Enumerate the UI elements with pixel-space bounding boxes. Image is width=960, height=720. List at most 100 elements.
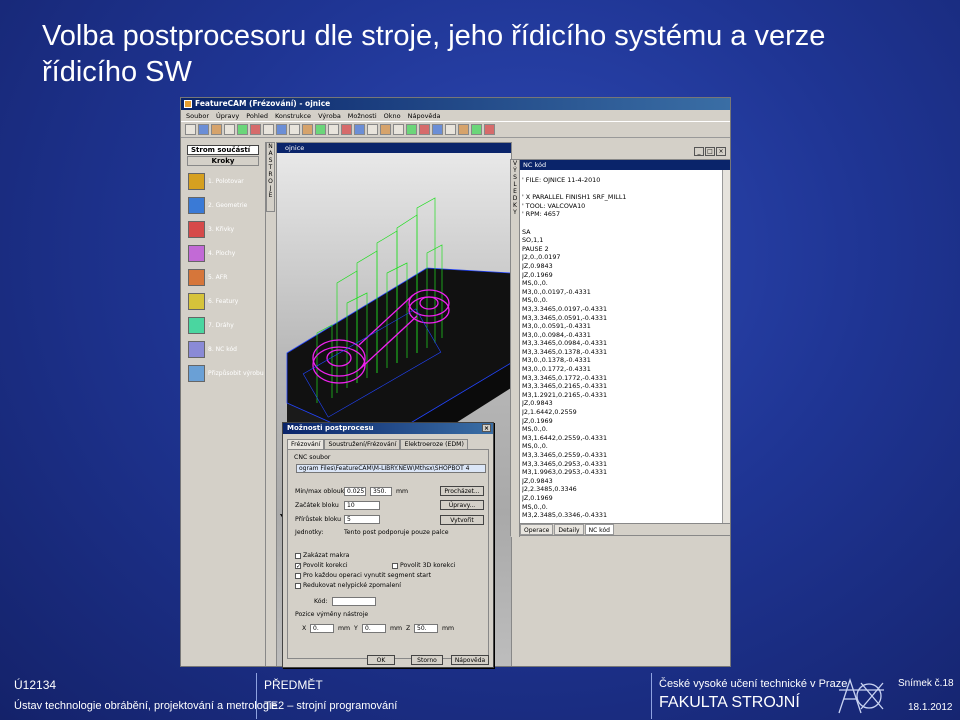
browse-button[interactable]: Procházet... xyxy=(440,486,484,496)
min-arc-input[interactable]: 0.025 xyxy=(344,487,366,496)
toolbar-button-icon[interactable] xyxy=(471,124,482,135)
stock-block-top xyxy=(287,268,511,443)
help-button[interactable]: Nápověda xyxy=(451,655,489,665)
faculty-logo-icon xyxy=(838,677,884,714)
cancel-button[interactable]: Storno xyxy=(411,655,443,665)
y-input[interactable]: 0. xyxy=(362,624,386,633)
block-start-input[interactable]: 10 xyxy=(344,501,380,510)
nc-tab[interactable]: NC kód xyxy=(584,524,614,535)
step-item[interactable]: 1. Polotovar xyxy=(181,169,265,193)
menu-item[interactable]: Pohled xyxy=(246,110,268,121)
dialog-checkbox[interactable]: Povolit 3D korekci xyxy=(392,562,455,569)
toolbar-button-icon[interactable] xyxy=(224,124,235,135)
edit-button[interactable]: Úpravy... xyxy=(440,500,484,510)
app-titlebar: FeatureCAM (Frézování) - ojnice xyxy=(181,98,730,110)
nc-tab[interactable]: Detaily xyxy=(554,524,584,535)
unchecked-icon[interactable] xyxy=(295,582,301,589)
cnc-file-select[interactable]: ogram Files\FeatureCAM\M-LIBRY.NEW\Mthsx… xyxy=(296,464,486,473)
menu-item[interactable]: Úpravy xyxy=(216,110,239,121)
step-item[interactable]: 3. Křivky xyxy=(181,217,265,241)
toolbar-button-icon[interactable] xyxy=(419,124,430,135)
nc-code-line: MS,0.,0. xyxy=(522,502,548,511)
nc-tab[interactable]: Operace xyxy=(520,524,554,535)
menu-item[interactable]: Soubor xyxy=(186,110,209,121)
dialog-checkbox[interactable]: Zakázat makra xyxy=(295,552,349,559)
step-item[interactable]: 8. NC kód xyxy=(181,337,265,361)
dialog-checkbox[interactable]: Redukovat nelypické zpomalení xyxy=(295,582,401,589)
dialog-tab[interactable]: Elektroeroze (EDM) xyxy=(400,439,468,449)
min-max-unit: mm xyxy=(396,488,409,495)
toolbar-button-icon[interactable] xyxy=(393,124,404,135)
menu-item[interactable]: Nápověda xyxy=(408,110,441,121)
nc-vertical-tabs[interactable]: VÝSLEDKY xyxy=(511,160,520,537)
step-item[interactable]: 2. Geometrie xyxy=(181,193,265,217)
minimize-icon[interactable]: _ xyxy=(694,147,704,156)
dialog-checkbox[interactable]: Pro každou operaci vynutit segment start xyxy=(295,572,431,579)
toolbar-button-icon[interactable] xyxy=(198,124,209,135)
z-input[interactable]: 50. xyxy=(414,624,438,633)
unchecked-icon[interactable] xyxy=(392,562,398,569)
toolbar-button-icon[interactable] xyxy=(185,124,196,135)
min-max-arc-label: Min/max oblouk xyxy=(295,488,345,495)
toolbar-button-icon[interactable] xyxy=(484,124,495,135)
dialog-body: CNC soubor ogram Files\FeatureCAM\M-LIBR… xyxy=(287,449,489,659)
step-item[interactable]: 4. Plochy xyxy=(181,241,265,265)
toolbar-button-icon[interactable] xyxy=(276,124,287,135)
toolbar-button-icon[interactable] xyxy=(406,124,417,135)
code-input[interactable] xyxy=(332,597,376,606)
tab-part-tree[interactable]: Strom součástí xyxy=(187,145,259,155)
maximize-icon[interactable]: □ xyxy=(705,147,715,156)
menu-item[interactable]: Výroba xyxy=(318,110,341,121)
dialog-tab[interactable]: Soustružení/Frézování xyxy=(324,439,401,449)
vertical-tab-letter: E xyxy=(268,192,273,199)
toolbar-button-icon[interactable] xyxy=(445,124,456,135)
toolbar-button-icon[interactable] xyxy=(380,124,391,135)
max-arc-input[interactable]: 350. xyxy=(370,487,392,496)
toolbar-button-icon[interactable] xyxy=(354,124,365,135)
dialog-checkbox[interactable]: ✓ Povolit korekci xyxy=(295,562,348,569)
toolbar-button-icon[interactable] xyxy=(211,124,222,135)
step-item[interactable]: 5. AFR xyxy=(181,265,265,289)
nc-code-line: JZ,0.1969 xyxy=(522,270,553,279)
nc-code-text[interactable]: ' FILE: OJNICE 11-4-2010 ' X PARALLEL FIN… xyxy=(522,176,717,518)
nc-scrollbar[interactable] xyxy=(722,170,730,525)
unchecked-icon[interactable] xyxy=(295,572,301,579)
dialog-close-icon[interactable]: × xyxy=(482,424,491,432)
toolbar-button-icon[interactable] xyxy=(237,124,248,135)
toolbar-button-icon[interactable] xyxy=(315,124,326,135)
toolbar-button-icon[interactable] xyxy=(367,124,378,135)
nc-code-line: M3,3.3465,0.0591,-0.4331 xyxy=(522,313,608,322)
nc-code-line: M3,0.,0.0591,-0.4331 xyxy=(522,322,591,331)
nc-code-line: J2,2.3485,0.3346 xyxy=(522,485,577,494)
dialog-tab[interactable]: Frézování xyxy=(287,439,325,449)
vertical-tabs-tools[interactable]: NASTROJE xyxy=(266,142,275,212)
create-button[interactable]: Vytvořit xyxy=(440,515,484,525)
step-label: 5. AFR xyxy=(208,273,228,281)
close-icon[interactable]: × xyxy=(716,147,726,156)
step-item[interactable]: 7. Dráhy xyxy=(181,313,265,337)
menu-item[interactable]: Okno xyxy=(384,110,401,121)
toolbar-button-icon[interactable] xyxy=(458,124,469,135)
toolbar-button-icon[interactable] xyxy=(341,124,352,135)
toolbar-button-icon[interactable] xyxy=(328,124,339,135)
step-label: Přizpůsobit výrobu xyxy=(208,369,264,377)
toolbar-button-icon[interactable] xyxy=(432,124,443,135)
menu-item[interactable]: Konstrukce xyxy=(275,110,311,121)
toolbar-button-icon[interactable] xyxy=(250,124,261,135)
step-item[interactable]: Přizpůsobit výrobu xyxy=(181,361,265,385)
nc-window-title: NC kód xyxy=(520,160,730,170)
checked-icon[interactable]: ✓ xyxy=(295,562,301,569)
toolbar-button-icon[interactable] xyxy=(302,124,313,135)
x-input[interactable]: 0. xyxy=(310,624,334,633)
toolbar-button-icon[interactable] xyxy=(263,124,274,135)
step-icon xyxy=(188,292,205,310)
menu-item[interactable]: Možnosti xyxy=(348,110,377,121)
footer-code: Ú12134 xyxy=(14,678,57,692)
nc-code-line: ' FILE: OJNICE 11-4-2010 xyxy=(522,176,601,184)
block-increment-input[interactable]: 5 xyxy=(344,515,380,524)
tab-steps[interactable]: Kroky xyxy=(187,156,259,166)
ok-button[interactable]: OK xyxy=(367,655,395,665)
toolbar-button-icon[interactable] xyxy=(289,124,300,135)
unchecked-icon[interactable] xyxy=(295,552,301,559)
step-item[interactable]: 6. Featury xyxy=(181,289,265,313)
